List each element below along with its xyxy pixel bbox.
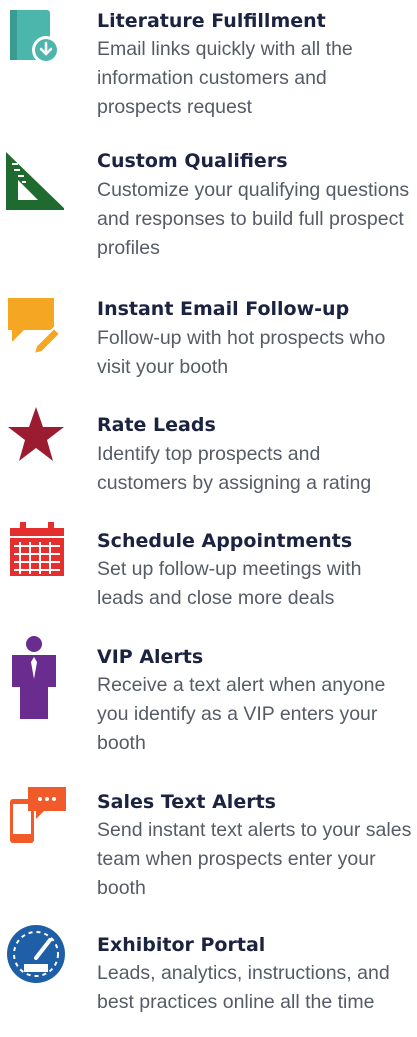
triangle-ruler-icon: [4, 150, 64, 210]
feature-title: Sales Text Alerts: [97, 791, 276, 813]
book-download-icon: [6, 8, 66, 68]
speedometer-icon: [6, 924, 66, 984]
feature-description: Receive a text alert when anyone you ide…: [97, 674, 386, 754]
phone-message-icon: [8, 785, 68, 845]
feature-description: Follow-up with hot prospects who visit y…: [97, 327, 386, 378]
feature-title: Rate Leads: [97, 414, 216, 436]
feature-title: Schedule Appointments: [97, 530, 353, 552]
person-icon: [12, 635, 62, 719]
feature-title: Exhibitor Portal: [97, 934, 266, 956]
chat-pencil-icon: [8, 296, 68, 356]
star-icon: [6, 405, 66, 465]
feature-description: Email links quickly with all the informa…: [97, 38, 353, 118]
feature-description: Set up follow-up meetings with leads and…: [97, 558, 362, 609]
feature-description: Send instant text alerts to your sales t…: [97, 819, 412, 899]
feature-title: Literature Fulfillment: [97, 10, 326, 32]
feature-description: Leads, analytics, instructions, and best…: [97, 962, 390, 1013]
feature-title: VIP Alerts: [97, 646, 204, 668]
feature-description: Identify top prospects and customers by …: [97, 443, 372, 494]
feature-title: Custom Qualifiers: [97, 150, 288, 172]
calendar-icon: [8, 520, 68, 580]
feature-title: Instant Email Follow-up: [97, 298, 350, 320]
feature-description: Customize your qualifying questions and …: [97, 179, 410, 259]
